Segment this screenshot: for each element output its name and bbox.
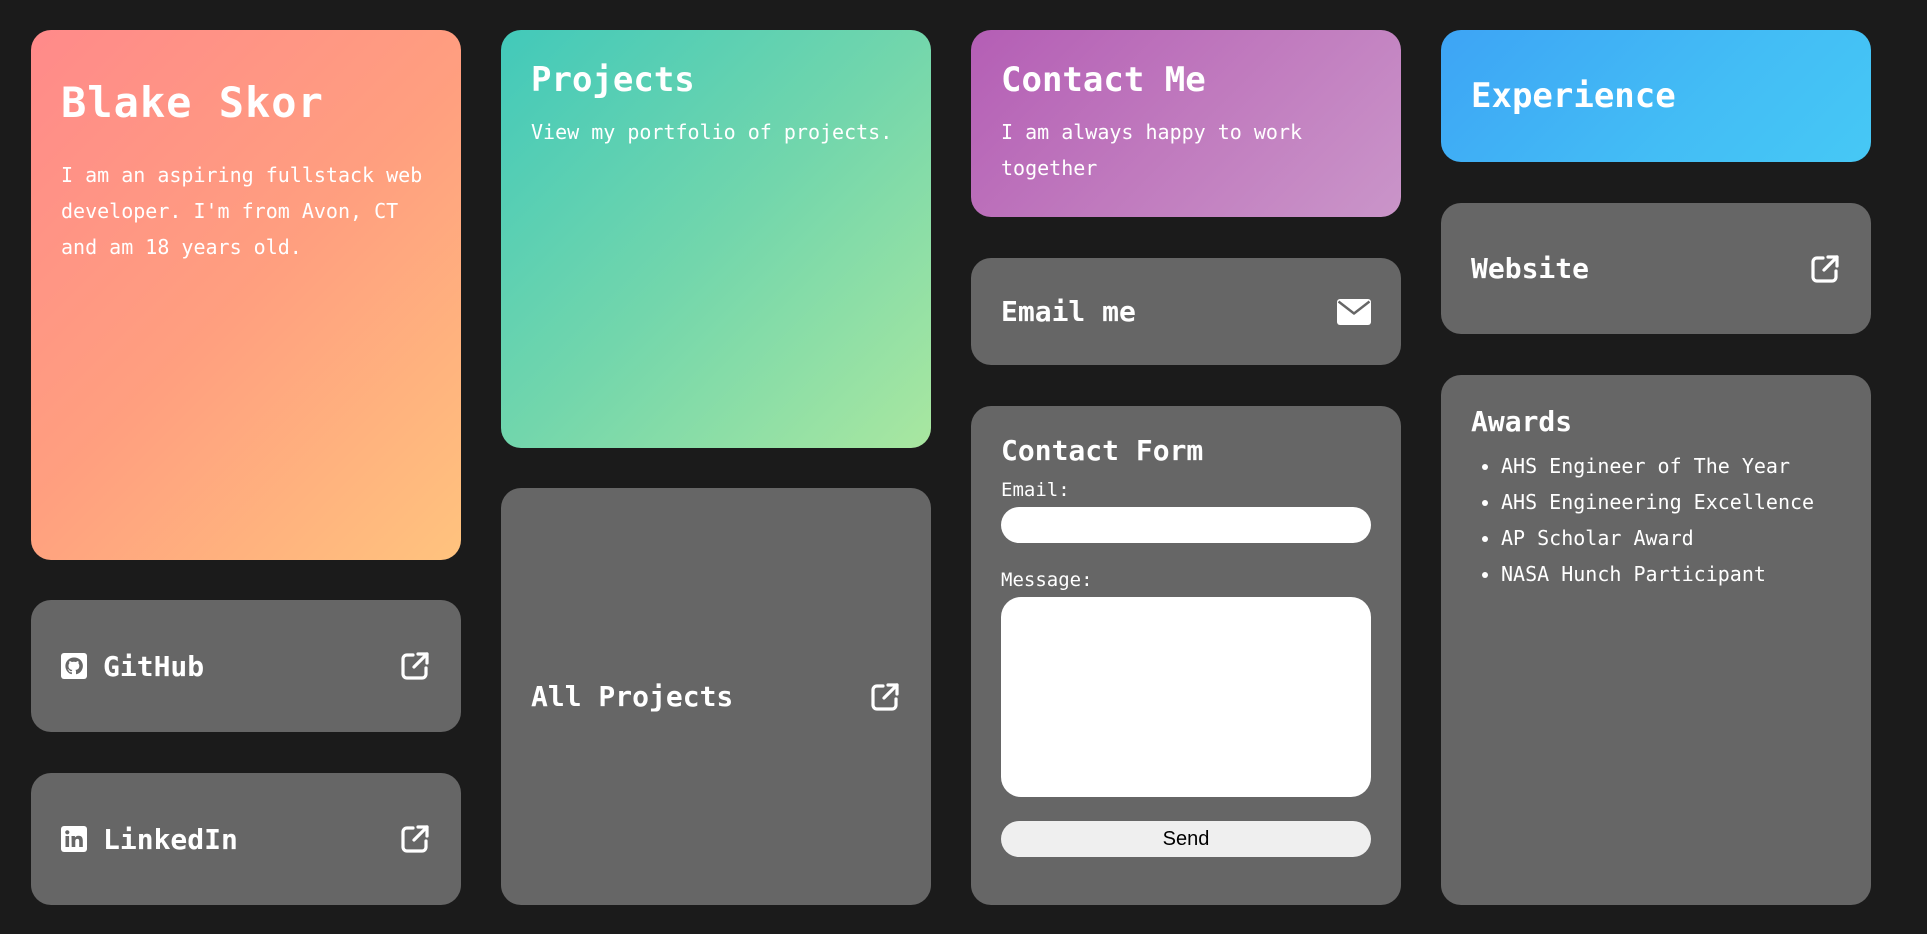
contact-form-title: Contact Form: [1001, 434, 1204, 467]
all-projects-link-card[interactable]: All Projects: [501, 488, 931, 905]
award-item: AHS Engineer of The Year: [1501, 448, 1841, 484]
external-link-icon[interactable]: [399, 823, 431, 855]
linkedin-icon: [61, 826, 87, 852]
website-link-card[interactable]: Website: [1441, 203, 1871, 334]
github-link-card[interactable]: GitHub: [31, 600, 461, 732]
email-field[interactable]: [1001, 507, 1371, 543]
projects-card[interactable]: Projects View my portfolio of projects.: [501, 30, 931, 448]
external-link-icon[interactable]: [399, 650, 431, 682]
github-icon: [61, 653, 87, 679]
contact-form-card: Contact Form Email: Message: Send: [971, 406, 1401, 905]
profile-name: Blake Skor: [61, 78, 324, 127]
contact-title: Contact Me: [1001, 60, 1206, 100]
awards-list: AHS Engineer of The Year AHS Engineering…: [1471, 448, 1841, 592]
email-me-link-card[interactable]: Email me: [971, 258, 1401, 365]
contact-card: Contact Me I am always happy to work tog…: [971, 30, 1401, 217]
linkedin-link-card[interactable]: LinkedIn: [31, 773, 461, 905]
email-field-label: Email:: [1001, 479, 1070, 501]
all-projects-label: All Projects: [531, 680, 734, 713]
award-item: NASA Hunch Participant: [1501, 556, 1841, 592]
contact-subtitle: I am always happy to work together: [1001, 120, 1303, 180]
message-field[interactable]: [1001, 597, 1371, 797]
bio-card: Blake Skor I am an aspiring fullstack we…: [31, 30, 461, 560]
projects-subtitle: View my portfolio of projects.: [531, 120, 893, 144]
github-label: GitHub: [103, 649, 205, 683]
website-link-content: Website: [1471, 252, 1589, 285]
experience-title: Experience: [1471, 76, 1676, 116]
award-item: AP Scholar Award: [1501, 520, 1841, 556]
email-me-label: Email me: [1001, 295, 1136, 328]
projects-title: Projects: [531, 60, 695, 100]
envelope-icon[interactable]: [1337, 298, 1371, 325]
send-button[interactable]: Send: [1001, 821, 1371, 857]
bio-description: I am an aspiring fullstack web developer…: [61, 163, 423, 259]
award-item: AHS Engineering Excellence: [1501, 484, 1841, 520]
github-link-content: GitHub: [61, 650, 204, 683]
external-link-icon[interactable]: [869, 681, 901, 713]
message-field-label: Message:: [1001, 569, 1093, 591]
email-me-link-content: Email me: [1001, 295, 1136, 328]
external-link-icon[interactable]: [1809, 253, 1841, 285]
website-label: Website: [1471, 252, 1590, 285]
awards-card: Awards AHS Engineer of The Year AHS Engi…: [1441, 375, 1871, 905]
experience-card[interactable]: Experience: [1441, 30, 1871, 162]
linkedin-link-content: LinkedIn: [61, 823, 238, 856]
all-projects-link-content: All Projects: [531, 680, 733, 713]
awards-title: Awards: [1471, 405, 1573, 438]
dashboard-grid: Blake Skor I am an aspiring fullstack we…: [0, 0, 1927, 934]
linkedin-label: LinkedIn: [103, 822, 238, 856]
